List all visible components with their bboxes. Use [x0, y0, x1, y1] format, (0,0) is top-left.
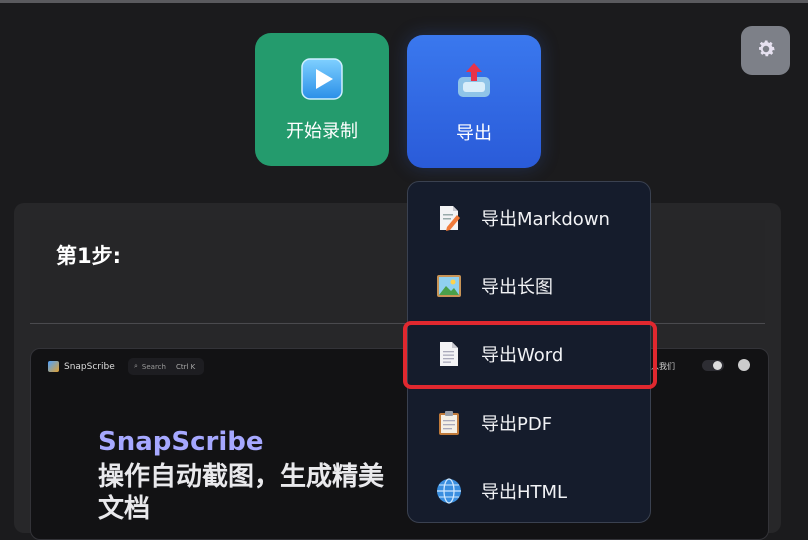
step-screenshot-preview[interactable]: SnapScribe ⌕ Search Ctrl K 入我们 SnapScrib…: [30, 348, 769, 540]
export-label: 导出: [456, 122, 492, 144]
window-top-border: [0, 0, 808, 3]
preview-subheading: 操作自动截图，生成精美文档: [98, 462, 385, 524]
start-recording-button[interactable]: 开始录制: [255, 33, 389, 166]
search-icon: ⌕: [134, 362, 138, 370]
globe-icon: [435, 477, 463, 505]
preview-search-shortcut: Ctrl K: [175, 362, 196, 371]
preview-search-placeholder: Search: [141, 362, 166, 371]
highlight-annotation-box: [403, 321, 657, 389]
menu-item-export-pdf[interactable]: 导出PDF: [408, 401, 652, 445]
menu-item-label: 导出HTML: [481, 482, 568, 503]
export-button[interactable]: 导出: [407, 35, 541, 168]
start-recording-label: 开始录制: [286, 120, 358, 142]
preview-brand-name: SnapScribe: [64, 361, 115, 372]
step-title: 第1步:: [56, 244, 122, 268]
markdown-pencil-icon: [435, 204, 463, 232]
snapscribe-logo-icon: [48, 361, 59, 372]
menu-item-export-html[interactable]: 导出HTML: [408, 469, 652, 513]
menu-item-export-markdown[interactable]: 导出Markdown: [408, 196, 652, 240]
pdf-clipboard-icon: [435, 409, 463, 437]
github-icon: [738, 359, 750, 371]
preview-brand: SnapScribe: [48, 361, 115, 372]
step-card: [30, 220, 765, 322]
menu-item-label: 导出Markdown: [481, 209, 610, 230]
picture-icon: [435, 272, 463, 300]
preview-heading: SnapScribe: [98, 427, 264, 457]
play-icon: [300, 57, 344, 105]
menu-item-export-long-image[interactable]: 导出长图: [408, 264, 652, 308]
preview-theme-toggle: [702, 360, 724, 371]
preview-search: ⌕ Search Ctrl K: [128, 358, 204, 375]
export-tray-icon: [454, 59, 494, 107]
settings-button[interactable]: [741, 26, 790, 75]
menu-item-label: 导出PDF: [481, 414, 553, 435]
gear-icon: [755, 38, 777, 64]
menu-item-label: 导出长图: [481, 277, 553, 298]
